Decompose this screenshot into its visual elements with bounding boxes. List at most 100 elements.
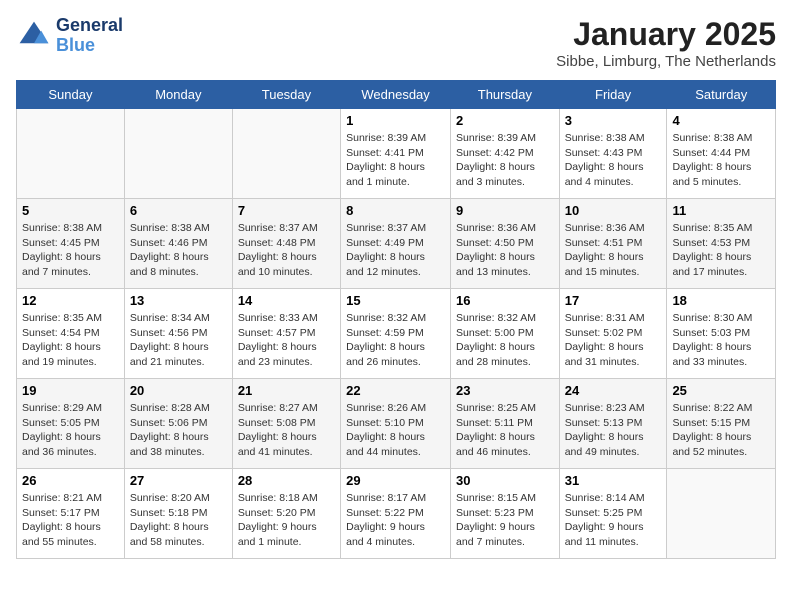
calendar-cell: 5Sunrise: 8:38 AM Sunset: 4:45 PM Daylig… (17, 199, 125, 289)
day-number: 12 (22, 293, 119, 308)
logo-icon (16, 18, 52, 54)
day-number: 3 (565, 113, 662, 128)
calendar-cell (17, 109, 125, 199)
day-number: 19 (22, 383, 119, 398)
calendar-cell: 4 Sunrise: 8:38 AM Sunset: 4:44 PM Daylig… (667, 109, 776, 199)
day-info: Sunrise: 8:25 AM Sunset: 5:11 PM Dayligh… (456, 401, 554, 460)
day-number: 23 (456, 383, 554, 398)
day-info: Sunrise: 8:35 AM Sunset: 4:54 PM Dayligh… (22, 311, 119, 370)
day-info: Sunrise: 8:39 AM Sunset: 4:42 PM Dayligh… (456, 131, 554, 190)
day-number: 9 (456, 203, 554, 218)
day-number: 8 (346, 203, 445, 218)
day-number: 24 (565, 383, 662, 398)
day-info: Sunrise: 8:33 AM Sunset: 4:57 PM Dayligh… (238, 311, 335, 370)
calendar-cell: 10Sunrise: 8:36 AM Sunset: 4:51 PM Dayli… (559, 199, 667, 289)
calendar-cell: 19 Sunrise: 8:29 AM Sunset: 5:05 PM Dayli… (17, 379, 125, 469)
calendar-week-row: 26Sunrise: 8:21 AM Sunset: 5:17 PM Dayli… (17, 469, 776, 559)
calendar-cell: 22 Sunrise: 8:26 AM Sunset: 5:10 PM Dayli… (341, 379, 451, 469)
calendar-cell: 16Sunrise: 8:32 AM Sunset: 5:00 PM Dayli… (451, 289, 560, 379)
calendar-cell: 25Sunrise: 8:22 AM Sunset: 5:15 PM Dayli… (667, 379, 776, 469)
day-number: 4 (672, 113, 770, 128)
title-block: January 2025 Sibbe, Limburg, The Netherl… (556, 16, 776, 70)
weekday-header: Tuesday (232, 81, 340, 109)
calendar-body: 1 Sunrise: 8:39 AM Sunset: 4:41 PM Daylig… (17, 109, 776, 559)
day-info: Sunrise: 8:21 AM Sunset: 5:17 PM Dayligh… (22, 491, 119, 550)
weekday-header: Sunday (17, 81, 125, 109)
day-number: 11 (672, 203, 770, 218)
calendar-cell (667, 469, 776, 559)
day-info: Sunrise: 8:27 AM Sunset: 5:08 PM Dayligh… (238, 401, 335, 460)
day-info: Sunrise: 8:18 AM Sunset: 5:20 PM Dayligh… (238, 491, 335, 550)
calendar-cell: 24 Sunrise: 8:23 AM Sunset: 5:13 PM Dayli… (559, 379, 667, 469)
page-header: General Blue January 2025 Sibbe, Limburg… (16, 16, 776, 70)
day-info: Sunrise: 8:35 AM Sunset: 4:53 PM Dayligh… (672, 221, 770, 280)
day-number: 7 (238, 203, 335, 218)
day-number: 27 (130, 473, 227, 488)
calendar-cell: 7 Sunrise: 8:37 AM Sunset: 4:48 PM Daylig… (232, 199, 340, 289)
day-number: 5 (22, 203, 119, 218)
weekday-header: Wednesday (341, 81, 451, 109)
day-number: 16 (456, 293, 554, 308)
day-info: Sunrise: 8:34 AM Sunset: 4:56 PM Dayligh… (130, 311, 227, 370)
calendar-cell: 8 Sunrise: 8:37 AM Sunset: 4:49 PM Daylig… (341, 199, 451, 289)
day-info: Sunrise: 8:38 AM Sunset: 4:44 PM Dayligh… (672, 131, 770, 190)
day-number: 17 (565, 293, 662, 308)
day-info: Sunrise: 8:28 AM Sunset: 5:06 PM Dayligh… (130, 401, 227, 460)
calendar-cell (232, 109, 340, 199)
day-info: Sunrise: 8:30 AM Sunset: 5:03 PM Dayligh… (672, 311, 770, 370)
day-info: Sunrise: 8:26 AM Sunset: 5:10 PM Dayligh… (346, 401, 445, 460)
day-info: Sunrise: 8:31 AM Sunset: 5:02 PM Dayligh… (565, 311, 662, 370)
day-number: 22 (346, 383, 445, 398)
day-info: Sunrise: 8:29 AM Sunset: 5:05 PM Dayligh… (22, 401, 119, 460)
calendar-cell: 30Sunrise: 8:15 AM Sunset: 5:23 PM Dayli… (451, 469, 560, 559)
calendar-cell: 26Sunrise: 8:21 AM Sunset: 5:17 PM Dayli… (17, 469, 125, 559)
calendar-cell: 28Sunrise: 8:18 AM Sunset: 5:20 PM Dayli… (232, 469, 340, 559)
calendar-cell: 15 Sunrise: 8:32 AM Sunset: 4:59 PM Dayli… (341, 289, 451, 379)
day-info: Sunrise: 8:37 AM Sunset: 4:48 PM Dayligh… (238, 221, 335, 280)
calendar-cell: 18 Sunrise: 8:30 AM Sunset: 5:03 PM Dayli… (667, 289, 776, 379)
calendar-cell (124, 109, 232, 199)
calendar-cell: 20 Sunrise: 8:28 AM Sunset: 5:06 PM Dayli… (124, 379, 232, 469)
calendar-cell: 12 Sunrise: 8:35 AM Sunset: 4:54 PM Dayli… (17, 289, 125, 379)
calendar-cell: 3 Sunrise: 8:38 AM Sunset: 4:43 PM Daylig… (559, 109, 667, 199)
calendar-cell: 23 Sunrise: 8:25 AM Sunset: 5:11 PM Dayli… (451, 379, 560, 469)
day-number: 18 (672, 293, 770, 308)
day-info: Sunrise: 8:37 AM Sunset: 4:49 PM Dayligh… (346, 221, 445, 280)
day-info: Sunrise: 8:17 AM Sunset: 5:22 PM Dayligh… (346, 491, 445, 550)
calendar-cell: 17 Sunrise: 8:31 AM Sunset: 5:02 PM Dayli… (559, 289, 667, 379)
day-number: 20 (130, 383, 227, 398)
day-number: 21 (238, 383, 335, 398)
day-info: Sunrise: 8:38 AM Sunset: 4:43 PM Dayligh… (565, 131, 662, 190)
day-number: 13 (130, 293, 227, 308)
day-number: 15 (346, 293, 445, 308)
calendar-cell: 2Sunrise: 8:39 AM Sunset: 4:42 PM Daylig… (451, 109, 560, 199)
weekday-header: Friday (559, 81, 667, 109)
weekday-row: SundayMondayTuesdayWednesdayThursdayFrid… (17, 81, 776, 109)
day-number: 1 (346, 113, 445, 128)
calendar-cell: 13 Sunrise: 8:34 AM Sunset: 4:56 PM Dayli… (124, 289, 232, 379)
calendar-cell: 27 Sunrise: 8:20 AM Sunset: 5:18 PM Dayli… (124, 469, 232, 559)
day-info: Sunrise: 8:22 AM Sunset: 5:15 PM Dayligh… (672, 401, 770, 460)
day-info: Sunrise: 8:15 AM Sunset: 5:23 PM Dayligh… (456, 491, 554, 550)
day-number: 31 (565, 473, 662, 488)
logo: General Blue (16, 16, 123, 56)
day-info: Sunrise: 8:32 AM Sunset: 4:59 PM Dayligh… (346, 311, 445, 370)
weekday-header: Monday (124, 81, 232, 109)
calendar-cell: 9 Sunrise: 8:36 AM Sunset: 4:50 PM Daylig… (451, 199, 560, 289)
weekday-header: Saturday (667, 81, 776, 109)
calendar-cell: 29 Sunrise: 8:17 AM Sunset: 5:22 PM Dayli… (341, 469, 451, 559)
calendar-cell: 31Sunrise: 8:14 AM Sunset: 5:25 PM Dayli… (559, 469, 667, 559)
day-info: Sunrise: 8:36 AM Sunset: 4:51 PM Dayligh… (565, 221, 662, 280)
day-number: 14 (238, 293, 335, 308)
location: Sibbe, Limburg, The Netherlands (556, 53, 776, 70)
day-number: 29 (346, 473, 445, 488)
day-info: Sunrise: 8:36 AM Sunset: 4:50 PM Dayligh… (456, 221, 554, 280)
calendar-cell: 6Sunrise: 8:38 AM Sunset: 4:46 PM Daylig… (124, 199, 232, 289)
calendar-cell: 11 Sunrise: 8:35 AM Sunset: 4:53 PM Dayli… (667, 199, 776, 289)
month-title: January 2025 (556, 16, 776, 53)
day-info: Sunrise: 8:39 AM Sunset: 4:41 PM Dayligh… (346, 131, 445, 190)
day-info: Sunrise: 8:20 AM Sunset: 5:18 PM Dayligh… (130, 491, 227, 550)
day-info: Sunrise: 8:23 AM Sunset: 5:13 PM Dayligh… (565, 401, 662, 460)
calendar-week-row: 19 Sunrise: 8:29 AM Sunset: 5:05 PM Dayli… (17, 379, 776, 469)
calendar-header: SundayMondayTuesdayWednesdayThursdayFrid… (17, 81, 776, 109)
